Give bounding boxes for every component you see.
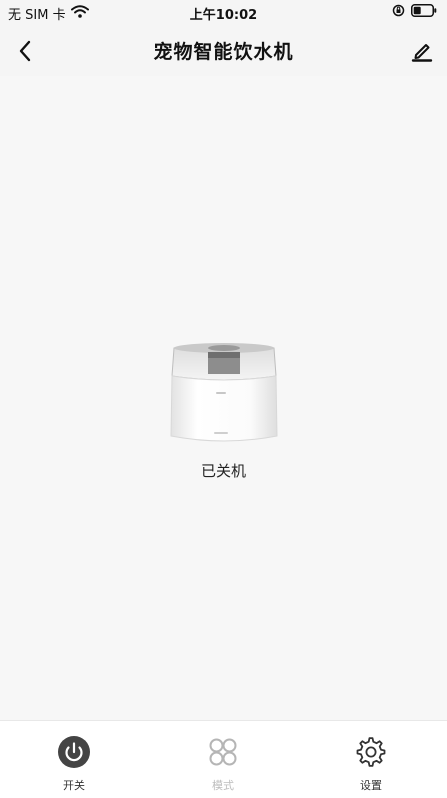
status-time: 上午10:02 bbox=[189, 8, 258, 23]
power-icon bbox=[57, 735, 91, 769]
tab-settings[interactable]: 设置 bbox=[326, 735, 416, 793]
edit-button[interactable] bbox=[407, 36, 437, 66]
battery-icon bbox=[411, 4, 437, 21]
page-title: 宠物智能饮水机 bbox=[153, 41, 294, 63]
tab-mode-label: 模式 bbox=[212, 779, 234, 792]
tab-power-label: 开关 bbox=[63, 779, 85, 792]
water-fountain-image bbox=[166, 342, 282, 446]
device-status-text: 已关机 bbox=[200, 462, 246, 480]
status-bar: 无 SIM 卡 上午10:02 bbox=[0, 0, 447, 24]
bottom-tab-bar: 开关 模式 设置 bbox=[0, 720, 447, 798]
gear-icon bbox=[354, 735, 388, 769]
pencil-icon bbox=[411, 44, 433, 62]
status-right bbox=[392, 4, 437, 21]
nav-bar: 宠物智能饮水机 bbox=[0, 24, 447, 76]
device-area: 已关机 bbox=[0, 76, 447, 720]
tab-settings-label: 设置 bbox=[360, 779, 382, 792]
orientation-lock-icon bbox=[392, 4, 405, 21]
mode-grid-icon bbox=[206, 735, 240, 769]
tab-mode[interactable]: 模式 bbox=[178, 735, 268, 793]
tab-power[interactable]: 开关 bbox=[29, 735, 119, 793]
